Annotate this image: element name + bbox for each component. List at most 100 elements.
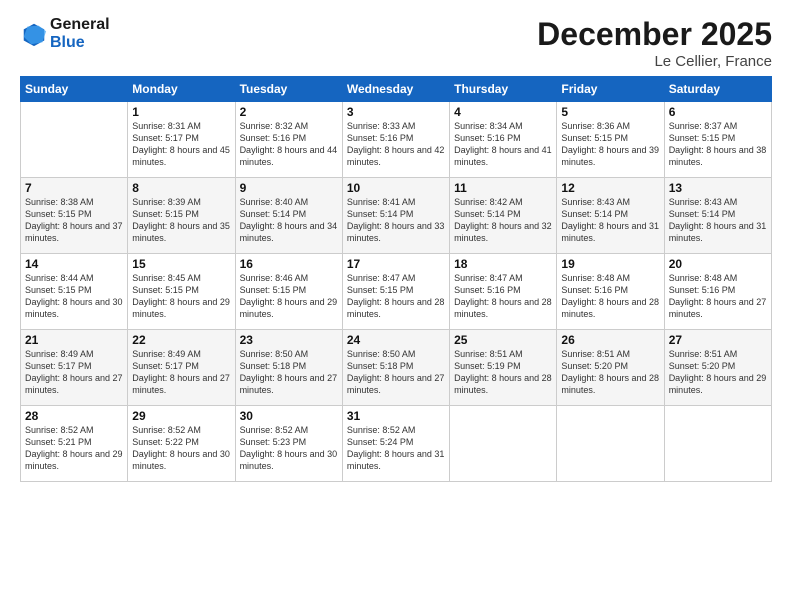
day-info: Sunrise: 8:45 AMSunset: 5:15 PMDaylight:…	[132, 272, 230, 321]
day-number: 28	[25, 409, 123, 423]
day-info: Sunrise: 8:47 AMSunset: 5:16 PMDaylight:…	[454, 272, 552, 321]
day-info: Sunrise: 8:41 AMSunset: 5:14 PMDaylight:…	[347, 196, 445, 245]
calendar-week-row: 7Sunrise: 8:38 AMSunset: 5:15 PMDaylight…	[21, 178, 772, 254]
calendar-day-cell: 15Sunrise: 8:45 AMSunset: 5:15 PMDayligh…	[128, 254, 235, 330]
calendar-day-cell: 1Sunrise: 8:31 AMSunset: 5:17 PMDaylight…	[128, 102, 235, 178]
day-info: Sunrise: 8:46 AMSunset: 5:15 PMDaylight:…	[240, 272, 338, 321]
day-info: Sunrise: 8:51 AMSunset: 5:20 PMDaylight:…	[561, 348, 659, 397]
day-info: Sunrise: 8:43 AMSunset: 5:14 PMDaylight:…	[669, 196, 767, 245]
calendar-table: SundayMondayTuesdayWednesdayThursdayFrid…	[20, 76, 772, 482]
weekday-header-cell: Saturday	[664, 77, 771, 102]
day-number: 10	[347, 181, 445, 195]
calendar-day-cell: 28Sunrise: 8:52 AMSunset: 5:21 PMDayligh…	[21, 406, 128, 482]
calendar-week-row: 21Sunrise: 8:49 AMSunset: 5:17 PMDayligh…	[21, 330, 772, 406]
calendar-day-cell: 3Sunrise: 8:33 AMSunset: 5:16 PMDaylight…	[342, 102, 449, 178]
calendar-day-cell: 8Sunrise: 8:39 AMSunset: 5:15 PMDaylight…	[128, 178, 235, 254]
calendar-day-cell	[21, 102, 128, 178]
day-info: Sunrise: 8:40 AMSunset: 5:14 PMDaylight:…	[240, 196, 338, 245]
day-info: Sunrise: 8:31 AMSunset: 5:17 PMDaylight:…	[132, 120, 230, 169]
month-title: December 2025	[537, 16, 772, 53]
day-number: 15	[132, 257, 230, 271]
calendar-week-row: 1Sunrise: 8:31 AMSunset: 5:17 PMDaylight…	[21, 102, 772, 178]
day-info: Sunrise: 8:44 AMSunset: 5:15 PMDaylight:…	[25, 272, 123, 321]
day-info: Sunrise: 8:42 AMSunset: 5:14 PMDaylight:…	[454, 196, 552, 245]
day-info: Sunrise: 8:49 AMSunset: 5:17 PMDaylight:…	[132, 348, 230, 397]
calendar-day-cell: 4Sunrise: 8:34 AMSunset: 5:16 PMDaylight…	[450, 102, 557, 178]
calendar-day-cell: 25Sunrise: 8:51 AMSunset: 5:19 PMDayligh…	[450, 330, 557, 406]
day-number: 31	[347, 409, 445, 423]
calendar-day-cell: 20Sunrise: 8:48 AMSunset: 5:16 PMDayligh…	[664, 254, 771, 330]
day-info: Sunrise: 8:49 AMSunset: 5:17 PMDaylight:…	[25, 348, 123, 397]
day-number: 9	[240, 181, 338, 195]
calendar-day-cell: 31Sunrise: 8:52 AMSunset: 5:24 PMDayligh…	[342, 406, 449, 482]
day-number: 25	[454, 333, 552, 347]
day-number: 18	[454, 257, 552, 271]
day-info: Sunrise: 8:43 AMSunset: 5:14 PMDaylight:…	[561, 196, 659, 245]
day-number: 21	[25, 333, 123, 347]
weekday-header-cell: Tuesday	[235, 77, 342, 102]
day-info: Sunrise: 8:52 AMSunset: 5:23 PMDaylight:…	[240, 424, 338, 473]
weekday-header-cell: Monday	[128, 77, 235, 102]
day-number: 13	[669, 181, 767, 195]
day-number: 19	[561, 257, 659, 271]
day-info: Sunrise: 8:50 AMSunset: 5:18 PMDaylight:…	[347, 348, 445, 397]
header: General Blue December 2025 Le Cellier, F…	[20, 16, 772, 70]
day-info: Sunrise: 8:36 AMSunset: 5:15 PMDaylight:…	[561, 120, 659, 169]
day-number: 23	[240, 333, 338, 347]
calendar-day-cell: 2Sunrise: 8:32 AMSunset: 5:16 PMDaylight…	[235, 102, 342, 178]
calendar-day-cell	[664, 406, 771, 482]
calendar-week-row: 14Sunrise: 8:44 AMSunset: 5:15 PMDayligh…	[21, 254, 772, 330]
calendar-day-cell: 30Sunrise: 8:52 AMSunset: 5:23 PMDayligh…	[235, 406, 342, 482]
day-number: 29	[132, 409, 230, 423]
day-info: Sunrise: 8:32 AMSunset: 5:16 PMDaylight:…	[240, 120, 338, 169]
weekday-header-row: SundayMondayTuesdayWednesdayThursdayFrid…	[21, 77, 772, 102]
title-block: December 2025 Le Cellier, France	[537, 16, 772, 70]
day-number: 17	[347, 257, 445, 271]
day-number: 16	[240, 257, 338, 271]
calendar-day-cell	[557, 406, 664, 482]
calendar-day-cell: 18Sunrise: 8:47 AMSunset: 5:16 PMDayligh…	[450, 254, 557, 330]
calendar-day-cell: 24Sunrise: 8:50 AMSunset: 5:18 PMDayligh…	[342, 330, 449, 406]
day-number: 30	[240, 409, 338, 423]
calendar-day-cell: 7Sunrise: 8:38 AMSunset: 5:15 PMDaylight…	[21, 178, 128, 254]
day-number: 8	[132, 181, 230, 195]
day-info: Sunrise: 8:48 AMSunset: 5:16 PMDaylight:…	[669, 272, 767, 321]
day-info: Sunrise: 8:51 AMSunset: 5:19 PMDaylight:…	[454, 348, 552, 397]
day-number: 14	[25, 257, 123, 271]
day-info: Sunrise: 8:52 AMSunset: 5:22 PMDaylight:…	[132, 424, 230, 473]
calendar-day-cell: 14Sunrise: 8:44 AMSunset: 5:15 PMDayligh…	[21, 254, 128, 330]
calendar-day-cell: 29Sunrise: 8:52 AMSunset: 5:22 PMDayligh…	[128, 406, 235, 482]
day-info: Sunrise: 8:33 AMSunset: 5:16 PMDaylight:…	[347, 120, 445, 169]
location: Le Cellier, France	[537, 53, 772, 70]
calendar-day-cell: 10Sunrise: 8:41 AMSunset: 5:14 PMDayligh…	[342, 178, 449, 254]
weekday-header-cell: Thursday	[450, 77, 557, 102]
page-container: General Blue December 2025 Le Cellier, F…	[0, 0, 792, 612]
day-info: Sunrise: 8:50 AMSunset: 5:18 PMDaylight:…	[240, 348, 338, 397]
day-number: 27	[669, 333, 767, 347]
calendar-day-cell	[450, 406, 557, 482]
weekday-header-cell: Friday	[557, 77, 664, 102]
day-info: Sunrise: 8:37 AMSunset: 5:15 PMDaylight:…	[669, 120, 767, 169]
day-number: 20	[669, 257, 767, 271]
day-info: Sunrise: 8:52 AMSunset: 5:24 PMDaylight:…	[347, 424, 445, 473]
day-info: Sunrise: 8:39 AMSunset: 5:15 PMDaylight:…	[132, 196, 230, 245]
calendar-day-cell: 17Sunrise: 8:47 AMSunset: 5:15 PMDayligh…	[342, 254, 449, 330]
day-info: Sunrise: 8:52 AMSunset: 5:21 PMDaylight:…	[25, 424, 123, 473]
day-number: 2	[240, 105, 338, 119]
day-number: 22	[132, 333, 230, 347]
calendar-day-cell: 19Sunrise: 8:48 AMSunset: 5:16 PMDayligh…	[557, 254, 664, 330]
day-number: 11	[454, 181, 552, 195]
day-info: Sunrise: 8:51 AMSunset: 5:20 PMDaylight:…	[669, 348, 767, 397]
calendar-day-cell: 5Sunrise: 8:36 AMSunset: 5:15 PMDaylight…	[557, 102, 664, 178]
day-number: 1	[132, 105, 230, 119]
day-info: Sunrise: 8:34 AMSunset: 5:16 PMDaylight:…	[454, 120, 552, 169]
calendar-day-cell: 23Sunrise: 8:50 AMSunset: 5:18 PMDayligh…	[235, 330, 342, 406]
calendar-day-cell: 21Sunrise: 8:49 AMSunset: 5:17 PMDayligh…	[21, 330, 128, 406]
day-number: 5	[561, 105, 659, 119]
calendar-day-cell: 6Sunrise: 8:37 AMSunset: 5:15 PMDaylight…	[664, 102, 771, 178]
calendar-day-cell: 16Sunrise: 8:46 AMSunset: 5:15 PMDayligh…	[235, 254, 342, 330]
weekday-header-cell: Sunday	[21, 77, 128, 102]
logo-icon	[20, 20, 48, 48]
calendar-day-cell: 12Sunrise: 8:43 AMSunset: 5:14 PMDayligh…	[557, 178, 664, 254]
calendar-day-cell: 26Sunrise: 8:51 AMSunset: 5:20 PMDayligh…	[557, 330, 664, 406]
